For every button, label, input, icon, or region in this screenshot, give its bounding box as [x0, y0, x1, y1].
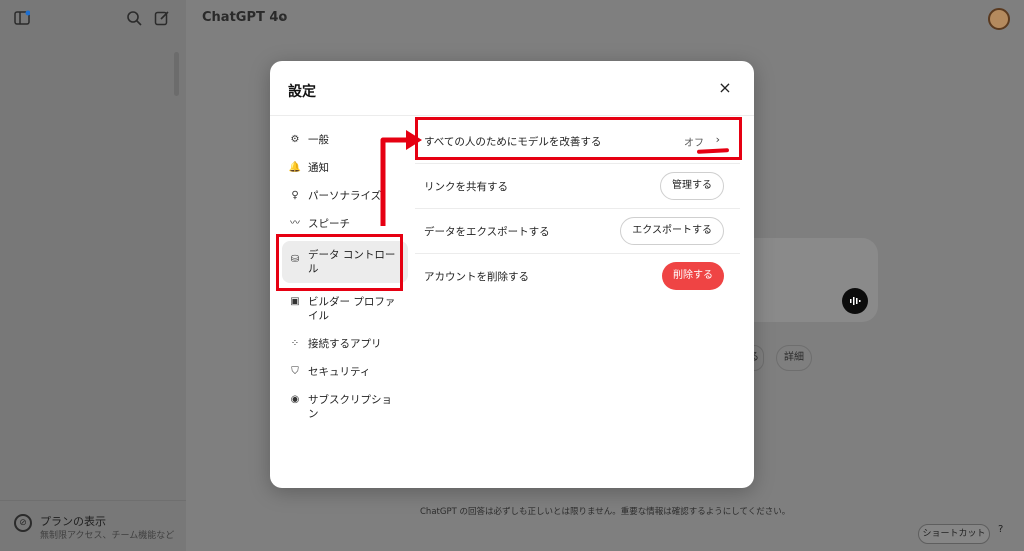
annotation-highlight-data-controls — [276, 234, 403, 291]
nav-item-label: 通知 — [308, 162, 329, 174]
chevron-down-icon[interactable]: ⌄ — [279, 10, 288, 23]
nav-item-connected-apps[interactable]: ⁘ 接続するアプリ — [282, 331, 408, 357]
disclaimer: ChatGPT の回答は必ずしも正しいとは限りません。重要な情報は確認するように… — [420, 507, 791, 517]
model-selector[interactable]: ChatGPT 4o — [202, 10, 287, 25]
sidebar: ⊘ プランの表示 無制限アクセス、チーム機能など — [0, 0, 186, 551]
new-chat-icon[interactable] — [154, 10, 170, 26]
plan-upgrade[interactable]: ⊘ プランの表示 無制限アクセス、チーム機能など — [0, 500, 186, 551]
gear-icon: ⚙ — [290, 134, 300, 145]
voice-mode-button[interactable] — [842, 288, 868, 314]
annotation-arrow — [380, 130, 422, 226]
help-button[interactable]: ? — [998, 524, 1003, 535]
row-label: データをエクスポートする — [424, 226, 550, 238]
close-icon[interactable]: × — [716, 79, 734, 97]
row-label: リンクを共有する — [424, 181, 508, 193]
bell-icon: 🔔 — [288, 162, 302, 173]
shield-icon: ⛉ — [291, 366, 299, 377]
sidebar-scrollbar[interactable] — [174, 52, 179, 96]
nav-item-subscription[interactable]: ◉ サブスクリプション — [282, 387, 408, 427]
nav-item-label: 接続するアプリ — [308, 338, 382, 350]
avatar[interactable] — [988, 8, 1010, 30]
shortcut-button[interactable]: ショートカット — [918, 524, 990, 544]
profile-card-icon: ▣ — [290, 296, 300, 307]
delete-account-row: アカウントを削除する 削除する — [415, 254, 740, 299]
nav-item-label: セキュリティ — [308, 366, 371, 378]
sidebar-header — [0, 0, 186, 38]
plan-icon: ⊘ — [14, 514, 32, 532]
nav-item-label: ビルダー プロファイル — [308, 296, 396, 322]
divider — [270, 115, 754, 116]
row-label: アカウントを削除する — [424, 271, 529, 283]
nav-item-label: パーソナライズ — [308, 190, 382, 202]
nav-item-label: 一般 — [308, 134, 329, 146]
waveform-icon — [850, 297, 861, 305]
export-row: データをエクスポートする エクスポートする — [415, 209, 740, 254]
plan-subtitle: 無制限アクセス、チーム機能など — [40, 531, 175, 541]
person-icon: ♀ — [291, 190, 299, 201]
annotation-highlight-improve-model — [415, 117, 742, 160]
nav-item-label: スピーチ — [308, 218, 350, 230]
plan-title: プランの表示 — [40, 515, 106, 528]
sidebar-toggle-icon[interactable] — [14, 10, 30, 26]
grid-icon: ⁘ — [290, 338, 300, 349]
nav-item-label: サブスクリプション — [308, 394, 392, 420]
dialog-title: 設定 — [288, 84, 316, 100]
search-icon[interactable] — [126, 10, 142, 26]
suggestion-chip-details[interactable]: 詳細 — [776, 345, 812, 371]
nav-item-builder-profile[interactable]: ▣ ビルダー プロファイル — [282, 289, 408, 329]
manage-button[interactable]: 管理する — [660, 172, 724, 200]
delete-account-button[interactable]: 削除する — [662, 262, 724, 290]
export-button[interactable]: エクスポートする — [620, 217, 724, 245]
nav-item-security[interactable]: ⛉ セキュリティ — [282, 359, 408, 385]
subscription-icon: ◉ — [290, 394, 300, 405]
shared-links-row: リンクを共有する 管理する — [415, 164, 740, 209]
waveform-icon: 〰 — [290, 218, 300, 229]
